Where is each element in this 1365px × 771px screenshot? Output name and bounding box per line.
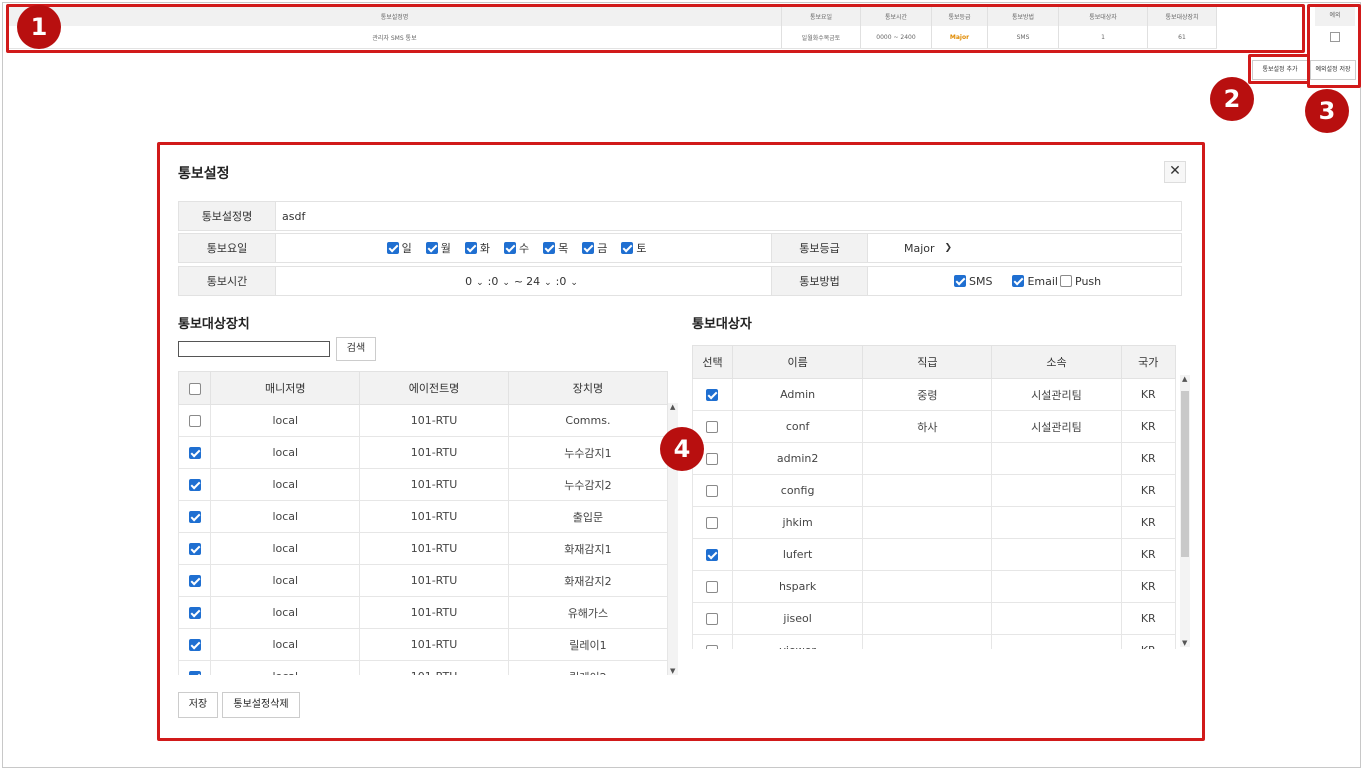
highlight-box-2 [1248, 54, 1310, 84]
callout-badge-1: 1 [17, 5, 61, 49]
callout-badge-4: 4 [660, 427, 704, 471]
highlight-box-1 [6, 4, 1305, 53]
callout-badge-3: 3 [1305, 89, 1349, 133]
highlight-box-3 [1307, 4, 1361, 88]
callout-badge-2: 2 [1210, 77, 1254, 121]
